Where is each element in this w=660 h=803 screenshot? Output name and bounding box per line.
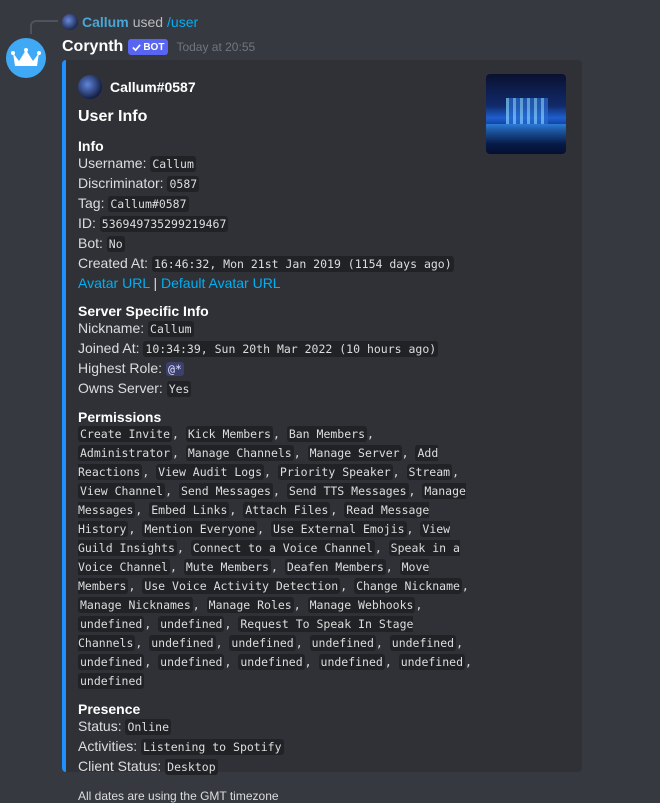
permission-item: Deafen Members [284, 559, 386, 575]
permission-item: Mute Members [183, 559, 271, 575]
permissions-field-title: Permissions [78, 409, 162, 425]
permission-item: View Audit Logs [156, 464, 265, 480]
bot-username[interactable]: Corynth [62, 38, 123, 56]
bot-value: No [106, 236, 125, 252]
id-line: ID: 536949735299219467 [78, 215, 229, 232]
activities-line: Activities: Listening to Spotify [78, 738, 284, 755]
permission-item: undefined [309, 635, 376, 651]
permission-item: Stream [406, 464, 453, 480]
permission-item: Ban Members [286, 426, 367, 442]
permission-item: undefined [389, 635, 457, 651]
reply-used-text: used [132, 14, 164, 30]
permission-item: Manage Server [307, 445, 402, 461]
permission-item: Send Messages [178, 483, 273, 499]
permission-item: Create Invite [78, 426, 173, 442]
default-avatar-url-link[interactable]: Default Avatar URL [161, 275, 281, 291]
permission-item: undefined [229, 635, 296, 651]
presence-field-title: Presence [78, 701, 141, 717]
permission-item: undefined [158, 616, 225, 632]
permission-item: undefined [398, 654, 465, 670]
permission-item: Send TTS Messages [286, 483, 409, 499]
created-value: 16:46:32, Mon 21st Jan 2019 (1154 days a… [151, 256, 454, 272]
permission-item: undefined [78, 673, 145, 689]
bot-tag: BOT [128, 39, 169, 55]
verified-check-icon [132, 43, 142, 51]
author-name: Callum#0587 [110, 79, 196, 95]
permission-item: Mention Everyone [142, 521, 258, 537]
permission-item: undefined [158, 654, 225, 670]
reply-reference[interactable]: Callum used /user [62, 13, 198, 31]
tag-line: Tag: Callum#0587 [78, 195, 189, 212]
username-value: Callum [150, 156, 196, 172]
role-mention[interactable]: @* [165, 362, 184, 376]
role-line: Highest Role: @* [78, 360, 184, 376]
status-value: Online [125, 719, 172, 735]
discriminator-line: Discriminator: 0587 [78, 175, 200, 192]
permission-item: Administrator [78, 445, 173, 461]
activities-value: Listening to Spotify [141, 739, 284, 755]
permissions-list: Create Invite, Kick Members, Ban Members… [78, 426, 472, 689]
permission-item: Priority Speaker [277, 464, 393, 480]
avatar-links: Avatar URL | Default Avatar URL [78, 274, 566, 293]
permission-item: Manage Webhooks [307, 597, 416, 613]
permission-item: undefined [318, 654, 385, 670]
client-status-line: Client Status: Desktop [78, 758, 218, 775]
nickname-line: Nickname: Callum [78, 320, 194, 337]
reply-connector [30, 20, 58, 34]
tag-value: Callum#0587 [108, 196, 189, 212]
owns-line: Owns Server: Yes [78, 380, 192, 397]
permission-item: undefined [238, 654, 305, 670]
crown-icon [11, 48, 41, 66]
username-line: Username: Callum [78, 155, 196, 172]
permission-item: Use External Emojis [270, 521, 407, 537]
permission-item: Connect to a Voice Channel [190, 540, 375, 556]
client-status-value: Desktop [165, 759, 218, 775]
owns-value: Yes [166, 381, 192, 397]
permission-item: undefined [149, 635, 216, 651]
permission-item: Manage Channels [185, 445, 294, 461]
reply-username[interactable]: Callum [82, 14, 129, 30]
joined-line: Joined At: 10:34:39, Sun 20th Mar 2022 (… [78, 340, 439, 357]
reply-command[interactable]: /user [167, 14, 198, 30]
joined-value: 10:34:39, Sun 20th Mar 2022 (10 hours ag… [143, 341, 439, 357]
permission-item: Change Nickname [354, 578, 462, 594]
nickname-value: Callum [148, 321, 194, 337]
discriminator-value: 0587 [167, 176, 200, 192]
link-separator: | [153, 275, 158, 291]
permission-item: Attach Files [243, 502, 331, 518]
bot-line: Bot: No [78, 235, 125, 252]
permission-item: Embed Links [149, 502, 230, 518]
message-header: Corynth BOT Today at 20:55 [62, 36, 255, 58]
embed-footer: All dates are using the GMT timezone [78, 789, 279, 803]
author-avatar-icon [78, 75, 102, 99]
permission-item: Kick Members [185, 426, 273, 442]
bot-tag-label: BOT [143, 41, 165, 53]
message-timestamp[interactable]: Today at 20:55 [176, 40, 255, 54]
permission-item: undefined [78, 654, 145, 670]
permission-item: Manage Roles [206, 597, 294, 613]
status-line: Status: Online [78, 718, 172, 735]
server-field-title: Server Specific Info [78, 303, 209, 319]
permission-item: Use Voice Activity Detection [142, 578, 341, 594]
permission-item: View Channel [78, 483, 166, 499]
permission-item: undefined [78, 616, 145, 632]
thumbnail-image[interactable] [486, 74, 566, 154]
avatar-url-link[interactable]: Avatar URL [78, 275, 150, 291]
user-info-embed: Callum#0587 User Info Info Username: Cal… [62, 60, 582, 803]
bot-avatar[interactable] [6, 38, 46, 78]
reply-avatar-icon [62, 14, 78, 30]
created-line: Created At: 16:46:32, Mon 21st Jan 2019 … [78, 255, 454, 272]
id-value: 536949735299219467 [99, 216, 229, 232]
permission-item: Manage Nicknames [78, 597, 193, 613]
